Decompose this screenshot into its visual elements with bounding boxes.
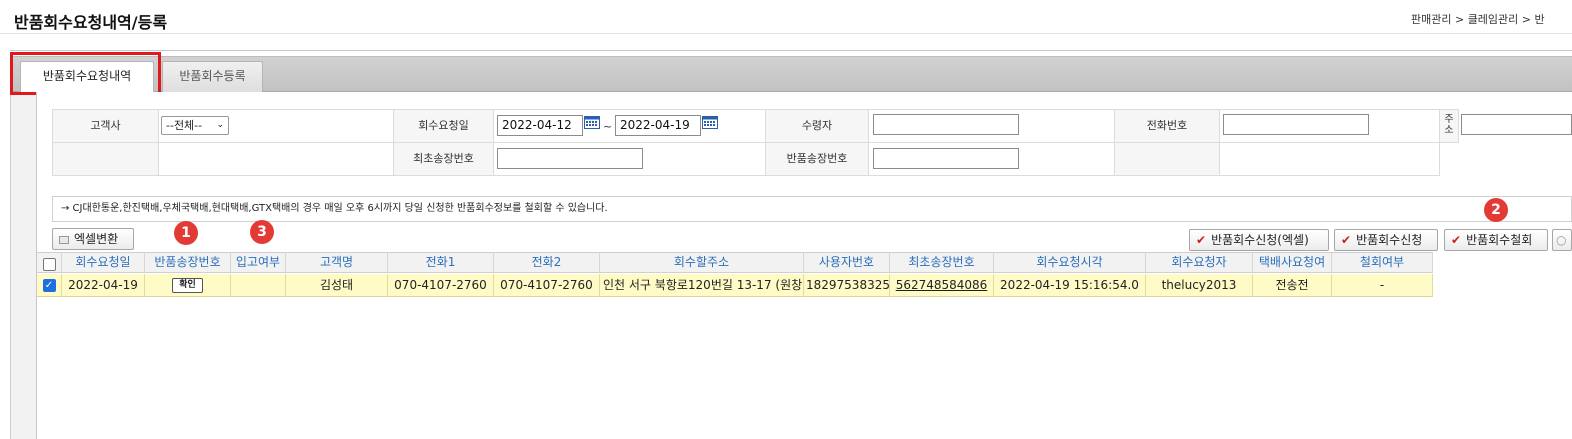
receiver-input[interactable] [873,114,1019,135]
first-invoice-link[interactable]: 562748584086 [896,278,988,292]
col-header[interactable]: 택배사요청여 [1253,252,1332,273]
page-title: 반품회수요청내역/등록 [14,13,168,32]
return-request-excel-label: 반품회수신청(엑셀) [1211,233,1309,247]
col-header[interactable]: 철회여부 [1332,252,1433,273]
cell-withdrawn: - [1332,274,1433,297]
cell-customer-name: 김성태 [286,274,388,297]
tab-return-register[interactable]: 반품회수등록 [162,61,263,92]
row-checkbox-cell: ✓ [37,274,62,297]
return-request-button[interactable]: ✔ 반품회수신청 [1334,229,1438,251]
excel-export-button[interactable]: 엑셀변환 [52,228,134,250]
col-header[interactable]: 최초송장번호 [890,252,994,273]
select-all-header [37,252,62,273]
withdraw-notice: → CJ대한통운,한진택배,우체국택배,현대택배,GTX택배의 경우 매일 오후… [52,196,1572,222]
calendar-icon[interactable] [702,115,718,129]
empty-label-cell [52,142,159,176]
col-header[interactable]: 회수요청일 [62,252,145,273]
excel-icon [59,235,69,244]
cell-courier-request: 전송전 [1253,274,1332,297]
address-input[interactable] [1461,114,1572,135]
col-header[interactable]: 입고여부 [231,252,286,273]
date-from-input[interactable]: 2022-04-12 [497,115,583,136]
col-header[interactable]: 고객명 [286,252,388,273]
annotation-badge-1: 1 [174,221,198,245]
return-withdraw-label: 반품회수철회 [1466,233,1533,247]
return-withdraw-button[interactable]: ✔ 반품회수철회 [1444,229,1548,251]
cell-first-invoice: 562748584086 [890,274,994,297]
first-invoice-input[interactable] [497,148,643,169]
col-header[interactable]: 회수요청자 [1146,252,1253,273]
cell-phone2: 070-4107-2760 [494,274,600,297]
cell-request-date: 2022-04-19 [62,274,145,297]
excel-export-label: 엑셀변환 [74,232,119,246]
col-header[interactable]: 회수요청시각 [994,252,1146,273]
annotation-badge-2: 2 [1484,198,1508,222]
check-icon: ✔ [1196,233,1207,247]
customer-select[interactable]: --전체-- ⌄ [161,116,229,135]
phone-input[interactable] [1223,114,1369,135]
return-invoice-input[interactable] [873,148,1019,169]
cell-request-time: 2022-04-19 15:16:54.0 [994,274,1146,297]
confirm-button[interactable]: 확인 [172,278,203,293]
col-header[interactable]: 반품송장번호 [145,252,231,273]
col-header[interactable]: 전화2 [494,252,600,273]
date-to-input[interactable]: 2022-04-19 [615,115,701,136]
header-divider [0,33,1572,34]
cell-received [231,274,286,297]
col-header[interactable]: 회수할주소 [600,252,804,273]
request-date-label: 회수요청일 [393,109,494,143]
customer-label: 고객사 [52,109,159,143]
breadcrumb[interactable]: 판매관리 > 클레임관리 > 반 [1411,11,1545,27]
return-request-label: 반품회수신청 [1356,233,1423,247]
highlight-box [10,52,161,95]
return-invoice-label: 반품송장번호 [765,142,869,176]
annotation-badge-3: 3 [250,220,274,244]
cell-phone1: 070-4107-2760 [388,274,494,297]
customer-select-value: --전체-- [166,119,203,132]
cell-requester: thelucy2013 [1146,274,1253,297]
cell-user-no: 182975383253 [804,274,890,297]
date-range-separator: ~ [603,120,613,133]
col-header[interactable]: 전화1 [388,252,494,273]
phone-label: 전화번호 [1114,109,1220,143]
first-invoice-label: 최초송장번호 [393,142,494,176]
circle-icon: ○ [1556,233,1567,247]
address-label: 주소 [1439,109,1459,143]
chevron-down-icon: ⌄ [216,120,224,130]
return-request-excel-button[interactable]: ✔ 반품회수신청(엑셀) [1189,229,1329,251]
check-icon: ✔ [1341,233,1352,247]
select-all-checkbox[interactable] [42,257,56,271]
empty-value-cell [1219,142,1440,176]
panel-top-divider [10,50,1572,51]
calendar-icon[interactable] [584,115,600,129]
receiver-label: 수령자 [765,109,869,143]
cell-return-invoice: 확인 [145,274,231,297]
col-header[interactable]: 사용자번호 [804,252,890,273]
more-button[interactable]: ○ [1552,229,1572,251]
empty-value-cell [158,142,394,176]
cell-address: 인천 서구 북항로120번길 13-17 (원창 [600,274,804,297]
check-icon: ✔ [1451,233,1462,247]
empty-label-cell [1114,142,1220,176]
row-checkbox[interactable]: ✓ [42,279,56,292]
